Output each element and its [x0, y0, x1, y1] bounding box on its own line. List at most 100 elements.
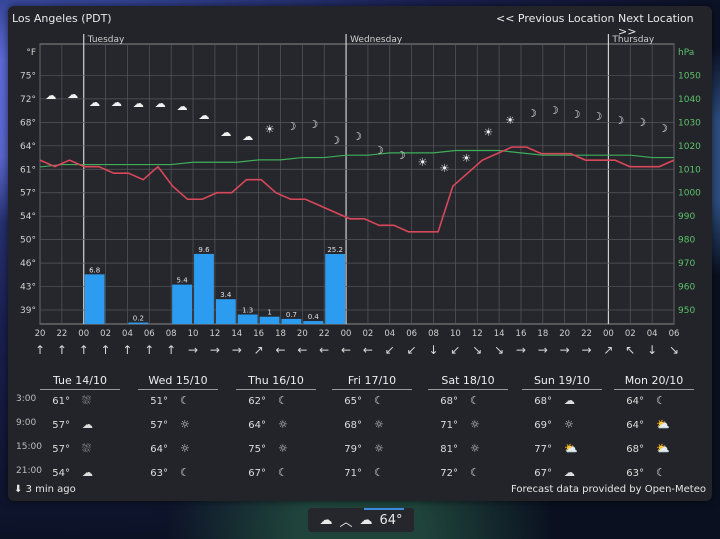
weather-icon: ☁	[242, 130, 253, 143]
day-header-underline	[40, 389, 120, 390]
y-tick-left: °F	[26, 48, 36, 58]
x-tick: 02	[625, 329, 636, 339]
forecast-temperature: 54°	[52, 468, 70, 479]
forecast-cell: 57° ☼	[142, 418, 190, 431]
moon-cloud-icon: ☁	[564, 394, 575, 407]
wind-arrow: →	[210, 343, 220, 357]
wind-arrow: ↗	[603, 343, 613, 357]
forecast-cell: 79° ☼	[336, 442, 384, 455]
x-tick: 20	[297, 329, 308, 339]
y-tick-left: 57°	[20, 189, 36, 199]
weather-icon: ☁	[67, 88, 78, 101]
forecast-cell: 65° ☾	[336, 394, 384, 407]
forecast-cell: 64° ☾	[618, 394, 666, 407]
y-tick-right: 980	[678, 236, 695, 246]
moon-icon: ☾	[374, 394, 384, 407]
precip-bar	[237, 314, 258, 324]
y-tick-right: 1010	[678, 165, 701, 175]
day-column-header: Wed 15/10	[138, 374, 218, 390]
weather-icon: ☁	[45, 89, 56, 102]
x-tick: 14	[494, 329, 505, 339]
precip-label: 1.3	[242, 307, 253, 315]
forecast-cell: 67° ☁	[526, 466, 575, 479]
x-tick: 00	[78, 329, 89, 339]
wind-arrow: →	[516, 343, 526, 357]
y-tick-right: 1020	[678, 142, 701, 152]
cloud-icon: ☁	[564, 466, 575, 479]
weather-icon: ☀	[418, 156, 428, 169]
forecast-cell: 61° ⛆	[44, 394, 91, 408]
day-header-underline	[522, 389, 602, 390]
weather-widget: Los Angeles (PDT) << Previous Location N…	[8, 6, 712, 501]
data-credit[interactable]: Forecast data provided by Open-Meteo	[511, 484, 706, 495]
y-tick-right: 1030	[678, 118, 701, 128]
forecast-temperature: 51°	[150, 396, 168, 407]
weather-icon: ☁	[177, 100, 188, 113]
x-tick: 20	[35, 329, 46, 339]
cloud-icon: ☁	[82, 418, 93, 431]
precip-label: 25.2	[327, 246, 343, 254]
sun-icon: ☼	[278, 442, 288, 455]
chevron-up-icon[interactable]: ︿	[339, 511, 352, 530]
x-tick: 00	[603, 329, 614, 339]
forecast-cell: 54° ☁	[44, 466, 93, 479]
x-tick: 10	[450, 329, 461, 339]
forecast-temperature: 69°	[534, 420, 552, 431]
y-tick-left: 68°	[20, 118, 36, 128]
forecast-cell: 69° ☼	[526, 418, 574, 431]
x-tick: 06	[669, 329, 680, 339]
weather-icon: ☁	[155, 97, 166, 110]
y-tick-right: 960	[678, 283, 695, 293]
precip-label: 3.4	[220, 291, 232, 299]
precip-label: 0.4	[308, 313, 320, 321]
moon-icon: ☾	[374, 466, 384, 479]
forecast-temperature: 57°	[150, 420, 168, 431]
day-header-label: Tue 14/10	[53, 374, 107, 387]
cloud-rain-icon: ⛆	[82, 394, 91, 407]
wind-arrow: ↑	[122, 343, 132, 357]
forecast-temperature: 61°	[52, 396, 70, 407]
wind-arrow: ↑	[166, 343, 176, 357]
forecast-temperature: 64°	[150, 444, 168, 455]
x-tick: 00	[341, 329, 352, 339]
y-tick-left: 54°	[20, 212, 36, 222]
x-tick: 08	[166, 329, 177, 339]
plot-area	[39, 43, 675, 325]
forecast-temperature: 79°	[344, 444, 362, 455]
x-tick: 12	[209, 329, 220, 339]
wind-arrow: ↓	[428, 343, 438, 357]
weather-icon: ☁	[89, 96, 100, 109]
weather-icon: ☀	[505, 114, 515, 127]
moon-icon: ☾	[470, 394, 480, 407]
wind-arrow: ←	[297, 343, 307, 357]
weather-icon: ☽	[286, 120, 296, 133]
x-tick: 16	[516, 329, 527, 339]
wind-arrow: ↘	[472, 343, 482, 357]
day-header-underline	[614, 389, 694, 390]
wind-arrow: ↙	[450, 343, 460, 357]
precip-bar	[128, 322, 149, 324]
y-tick-left: 75°	[20, 71, 36, 81]
y-tick-right: 1000	[678, 189, 701, 199]
sun-icon: ☼	[374, 442, 384, 455]
forecast-cell: 67° ☾	[240, 466, 288, 479]
forecast-cell: 71° ☾	[336, 466, 384, 479]
x-tick: 14	[231, 329, 242, 339]
last-update-text: 3 min ago	[25, 484, 76, 495]
x-tick: 22	[56, 329, 67, 339]
forecast-temperature: 64°	[248, 420, 266, 431]
x-tick: 22	[581, 329, 592, 339]
day-header-label: Wed 15/10	[148, 374, 208, 387]
y-tick-left: 43°	[20, 283, 36, 293]
forecast-temperature: 71°	[440, 420, 458, 431]
weather-icon: ☽	[614, 114, 624, 127]
weather-icon: ☽	[593, 110, 603, 123]
taskbar-weather-applet[interactable]: ☁ ︿ ☁ 64°	[308, 508, 414, 532]
cloud-icon: ☁	[82, 466, 93, 479]
moon-icon: ☾	[656, 394, 666, 407]
day-label: Tuesday	[87, 35, 125, 45]
forecast-temperature: 57°	[52, 444, 70, 455]
day-column-header: Mon 20/10	[614, 374, 694, 390]
x-tick: 10	[188, 329, 199, 339]
wind-arrow: ←	[319, 343, 329, 357]
